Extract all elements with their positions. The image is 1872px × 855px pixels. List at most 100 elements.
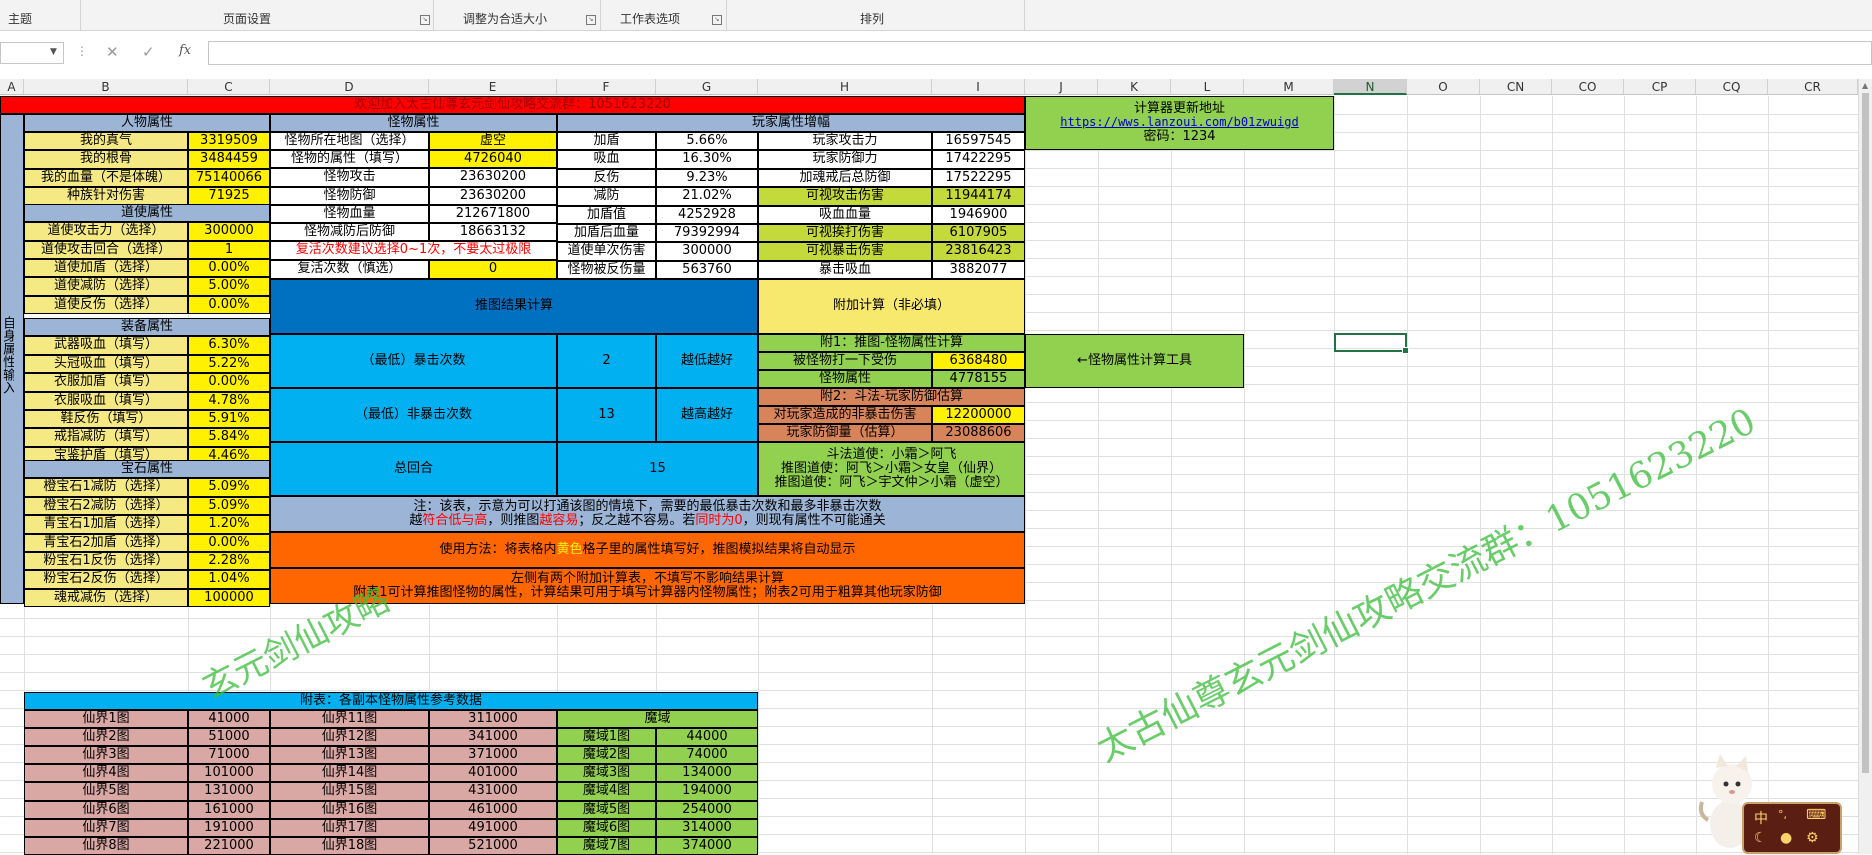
col-header-n[interactable]: N [1334,79,1407,95]
gear-icon[interactable]: ⚙ [1806,830,1819,846]
monster-value: 23630200 [429,168,557,187]
scroll-up-icon[interactable]: ▲ [1862,81,1868,90]
col-header-cq[interactable]: CQ [1696,79,1768,95]
equip-input[interactable]: 4.78% [188,392,270,410]
monster-value: 18663132 [429,223,557,241]
ref-demon-value: 44000 [656,728,758,746]
gem-input[interactable]: 5.09% [188,497,270,515]
extra-a2-input-1[interactable]: 12200000 [932,406,1025,424]
char-input[interactable]: 3484459 [188,150,270,169]
ref-xian-value: 51000 [188,728,270,746]
boost-right-value: 17422295 [932,150,1025,169]
grid-hline [0,618,1872,619]
gem-input[interactable]: 0.00% [188,534,270,552]
ref-demon-value: 134000 [656,764,758,782]
col-header-f[interactable]: F [557,79,656,95]
boost-right-label: 玩家防御力 [758,150,932,169]
col-header-a[interactable]: A [0,79,24,95]
ref-xian2-value: 401000 [429,764,557,782]
boost-left-label: 反伤 [557,169,656,187]
daoshi-input[interactable]: 5.00% [188,277,270,296]
col-header-m[interactable]: M [1244,79,1334,95]
daoshi-label: 道使反伤（选择） [24,296,188,314]
ref-xian-value: 221000 [188,837,270,855]
col-header-c[interactable]: C [188,79,270,95]
char-input[interactable]: 71925 [188,187,270,205]
gem-input[interactable]: 1.20% [188,515,270,534]
col-header-cr[interactable]: CR [1768,79,1858,95]
ref-table-title: 附表：各副本怪物属性参考数据 [24,692,758,710]
col-header-i[interactable]: I [932,79,1025,95]
moon-icon[interactable]: ☾ [1754,830,1767,846]
ref-xian-value: 71000 [188,746,270,764]
col-header-b[interactable]: B [24,79,188,95]
char-label: 我的根骨 [24,150,188,169]
col-header-h[interactable]: H [758,79,932,95]
fill-handle[interactable] [1402,347,1409,354]
gem-input[interactable]: 2.28% [188,552,270,570]
ref-demon-value: 314000 [656,819,758,837]
daoshi-input[interactable]: 1 [188,241,270,259]
daoshi-input[interactable]: 0.00% [188,296,270,314]
gem-input[interactable]: 100000 [188,589,270,607]
daoshi-input[interactable]: 300000 [188,222,270,241]
equip-input[interactable]: 6.30% [188,336,270,355]
gem-label: 橙宝石1减防（选择） [24,478,188,497]
daoshi-label: 道使减防（选择） [24,277,188,296]
equip-input[interactable]: 5.84% [188,428,270,447]
ime-toolbar[interactable]: 中 °, ⌨ ☾ ● ⚙ [1698,754,1842,854]
vertical-scrollbar[interactable]: ▲ [1858,79,1872,854]
equip-input[interactable]: 5.22% [188,355,270,373]
duel-line-2: 推图道使：阿飞＞小霜＞女皇（仙界） [780,460,1002,476]
col-header-o[interactable]: O [1407,79,1480,95]
gem-label: 青宝石2加盾（选择） [24,534,188,552]
revive-input[interactable]: 0 [429,260,557,279]
result-crit-value: 2 [557,334,656,388]
ref-demon-label: 魔域7图 [557,837,656,855]
char-label: 我的真气 [24,132,188,150]
col-header-g[interactable]: G [656,79,758,95]
equip-input[interactable]: 0.00% [188,373,270,392]
extra-a1-input-1[interactable]: 6368480 [932,352,1025,370]
monster-input[interactable]: 4726040 [429,150,557,168]
ime-bar[interactable]: 中 °, ⌨ ☾ ● ⚙ [1742,802,1842,854]
scroll-thumb[interactable] [1862,93,1869,773]
boost-left-label: 减防 [557,187,656,206]
col-header-k[interactable]: K [1098,79,1171,95]
col-header-cp[interactable]: CP [1624,79,1696,95]
col-header-cn[interactable]: CN [1480,79,1552,95]
char-input[interactable]: 75140066 [188,169,270,187]
monster-input[interactable]: 虚空 [429,132,557,150]
equip-label: 头冠吸血（填写） [24,355,188,373]
ime-mode[interactable]: 中 [1754,808,1768,828]
user-icon[interactable]: ● [1780,830,1792,846]
selected-cell[interactable] [1334,333,1409,354]
boost-right-label: 暴击吸血 [758,261,932,279]
col-header-l[interactable]: L [1171,79,1244,95]
ref-demon-label: 魔域6图 [557,819,656,837]
ref-xian2-value: 491000 [429,819,557,837]
ref-demon-label: 魔域1图 [557,728,656,746]
note-text: 越 [409,513,423,528]
ime-punct[interactable]: °, [1778,808,1787,821]
boost-left-value: 5.66% [656,132,758,150]
result-total-label: 总回合 [270,442,557,496]
grid-hline [0,690,1872,691]
char-input[interactable]: 3319509 [188,132,270,150]
equip-label: 武器吸血（填写） [24,336,188,355]
col-header-e[interactable]: E [429,79,557,95]
equip-input[interactable]: 5.91% [188,410,270,428]
col-header-j[interactable]: J [1025,79,1098,95]
gem-input[interactable]: 5.09% [188,478,270,497]
char-label: 种族针对伤害 [24,187,188,205]
calc-update-link[interactable]: https://wws.lanzoui.com/b01zwuigd [1060,116,1298,129]
col-header-co[interactable]: CO [1552,79,1624,95]
keyboard-icon[interactable]: ⌨ [1806,807,1826,823]
ref-demon-value: 374000 [656,837,758,855]
col-header-d[interactable]: D [270,79,429,95]
daoshi-input[interactable]: 0.00% [188,259,270,277]
gem-input[interactable]: 1.04% [188,570,270,589]
monster-tool-button[interactable]: ←怪物属性计算工具 [1025,334,1244,388]
extra-a2-value-2: 23088606 [932,424,1025,442]
ref-xian2-label: 仙界14图 [270,764,429,782]
